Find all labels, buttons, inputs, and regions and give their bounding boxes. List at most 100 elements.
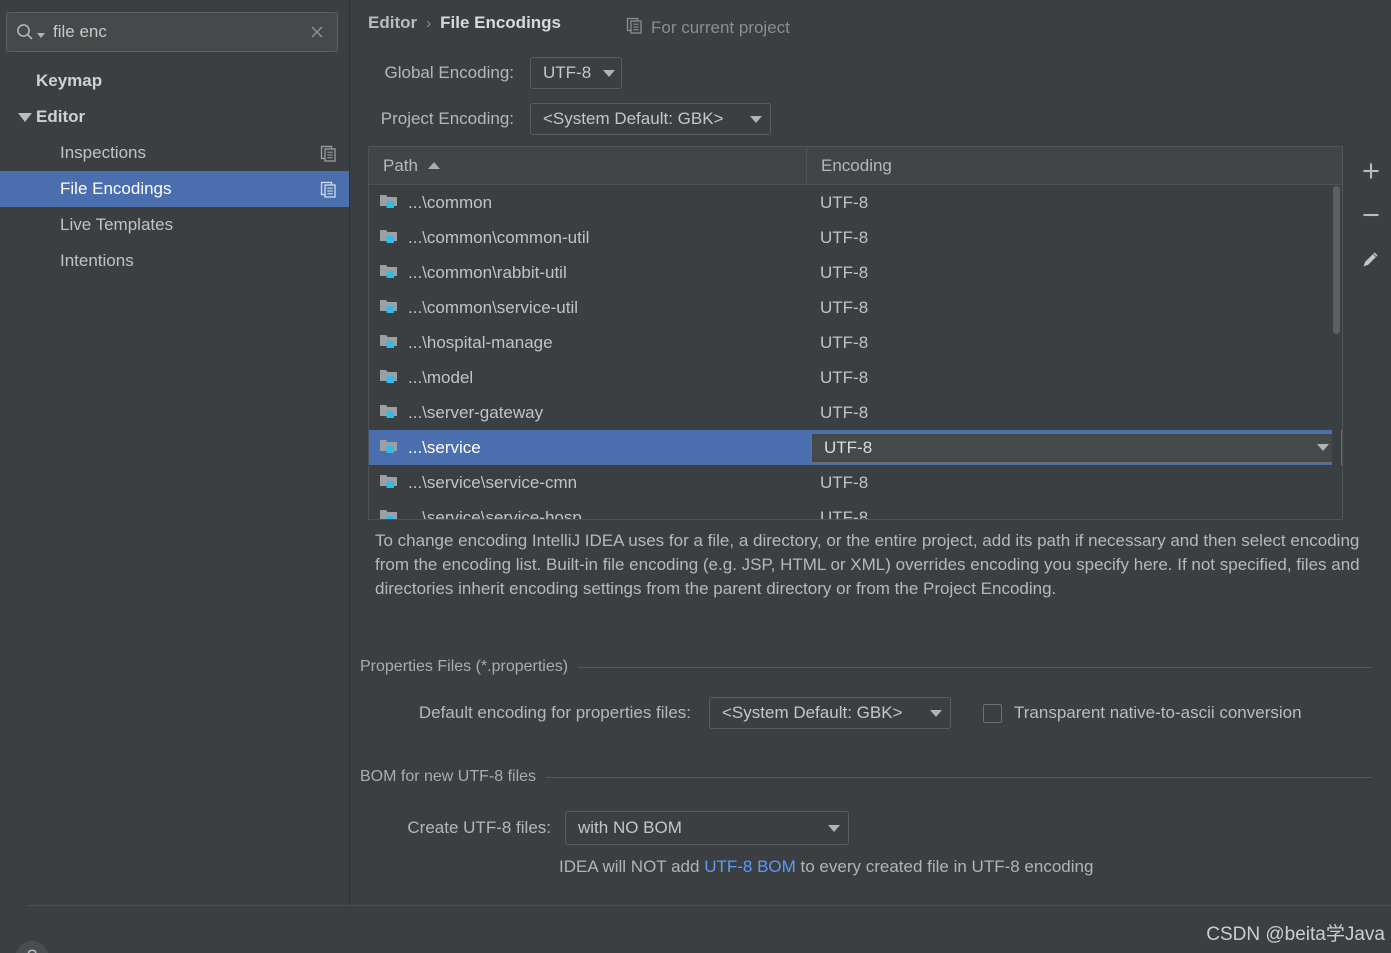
table-row[interactable]: ...\service\service-cmn UTF-8 [369, 465, 1342, 500]
search-icon[interactable] [15, 20, 45, 44]
table-row[interactable]: ...\common UTF-8 [369, 185, 1342, 220]
for-current-project-toggle[interactable]: For current project [626, 17, 790, 39]
close-icon[interactable] [305, 20, 329, 44]
table-body: ...\common UTF-8 ...\common\common-util UTF… [369, 185, 1342, 519]
table-cell-path-label: ...\common [408, 192, 493, 212]
divider [546, 776, 1372, 778]
table-cell-path-label: ...\server-gateway [408, 402, 544, 422]
sidebar-item-file-encodings[interactable]: File Encodings [0, 171, 349, 207]
sidebar-item-label: Editor [36, 107, 86, 126]
divider [578, 666, 1372, 668]
breadcrumb-separator: › [426, 14, 432, 32]
table-cell-path: ...\hospital-manage [379, 332, 807, 354]
dialog-footer: ? OK Cancel Apply [0, 905, 1391, 953]
encoding-editor-select[interactable]: UTF-8 [811, 432, 1340, 463]
folder-icon [379, 472, 398, 494]
chevron-down-icon [828, 824, 840, 832]
sidebar-item-keymap[interactable]: Keymap [0, 63, 349, 99]
folder-icon [379, 262, 398, 284]
sidebar-item-live-templates[interactable]: Live Templates [0, 207, 349, 243]
copy-icon[interactable] [320, 145, 337, 162]
table-row[interactable]: ...\service UTF-8 [369, 430, 1342, 465]
column-header-encoding[interactable]: Encoding [807, 147, 1342, 184]
table-cell-encoding: UTF-8 [820, 192, 869, 212]
breadcrumb-parent[interactable]: Editor [368, 13, 417, 33]
table-row[interactable]: ...\model UTF-8 [369, 360, 1342, 395]
settings-tree: Keymap Editor Inspections File Encodings… [0, 63, 349, 279]
project-encoding-value: <System Default: GBK> [543, 109, 724, 128]
column-header-label: Encoding [821, 155, 892, 175]
table-cell-path-label: ...\hospital-manage [408, 332, 553, 352]
sidebar-item-intentions[interactable]: Intentions [0, 243, 349, 279]
sidebar-item-label: Keymap [36, 71, 103, 90]
checkbox-label: Transparent native-to-ascii conversion [1014, 703, 1302, 722]
chevron-down-icon [1317, 444, 1329, 451]
checkbox-box[interactable] [983, 703, 1002, 723]
sort-ascending-icon [427, 162, 440, 169]
table-scrollbar-thumb[interactable] [1333, 186, 1340, 334]
default-properties-encoding-value: <System Default: GBK> [722, 703, 903, 722]
transparent-native-to-ascii-checkbox[interactable]: Transparent native-to-ascii conversion [983, 703, 1302, 723]
remove-entry-button[interactable] [1354, 198, 1388, 232]
sidebar-item-editor[interactable]: Editor [0, 99, 349, 135]
table-row[interactable]: ...\hospital-manage UTF-8 [369, 325, 1342, 360]
folder-icon [379, 192, 398, 214]
sidebar-item-inspections[interactable]: Inspections [0, 135, 349, 171]
bom-hint: IDEA will NOT add UTF-8 BOM to every cre… [559, 857, 1093, 877]
search-scope-caret[interactable] [37, 32, 45, 38]
create-utf8-files-label: Create UTF-8 files: [407, 818, 551, 837]
table-row[interactable]: ...\common\rabbit-util UTF-8 [369, 255, 1342, 290]
settings-content-pane: Editor › File Encodings For current proj… [351, 0, 1391, 905]
table-cell-path-label: ...\service [408, 437, 481, 457]
table-header: Path Encoding [369, 147, 1342, 185]
global-encoding-row: Global Encoding: UTF-8 [368, 57, 798, 89]
edit-entry-button[interactable] [1354, 242, 1388, 276]
column-header-path[interactable]: Path [369, 147, 807, 184]
table-cell-path: ...\model [379, 367, 807, 389]
encodings-table: Path Encoding ...\common UTF-8 ...\common\… [368, 146, 1343, 520]
folder-icon [379, 437, 398, 459]
help-button[interactable]: ? [15, 941, 49, 953]
table-cell-encoding: UTF-8 [820, 367, 869, 387]
table-row[interactable]: ...\common\service-util UTF-8 [369, 290, 1342, 325]
table-cell-path-label: ...\service\service-hosp [408, 507, 582, 520]
bom-hint-suffix: to every created file in UTF-8 encoding [795, 857, 1094, 876]
table-cell-path-label: ...\model [408, 367, 474, 387]
chevron-down-icon [603, 69, 616, 77]
folder-icon [379, 297, 398, 319]
table-row[interactable]: ...\common\common-util UTF-8 [369, 220, 1342, 255]
table-toolbar [1351, 146, 1391, 520]
table-cell-path-label: ...\service\service-cmn [408, 472, 578, 492]
table-scrollbar[interactable] [1332, 186, 1341, 519]
copy-icon[interactable] [320, 181, 337, 198]
folder-icon [379, 507, 398, 519]
create-utf8-files-select[interactable]: with NO BOM [565, 811, 849, 845]
add-entry-button[interactable] [1354, 154, 1388, 188]
watermark: CSDN @beita学Java [1206, 924, 1385, 945]
sidebar-item-label: File Encodings [60, 179, 172, 198]
table-cell-encoding: UTF-8 [820, 472, 869, 492]
table-cell-path: ...\common [379, 192, 807, 214]
search-field[interactable] [6, 12, 338, 52]
page-title: File Encodings [440, 13, 562, 32]
bom-group-header: BOM for new UTF-8 files [360, 768, 1372, 786]
table-row[interactable]: ...\service\service-hosp UTF-8 [369, 500, 1342, 520]
default-properties-encoding-select[interactable]: <System Default: GBK> [709, 697, 951, 729]
encodings-description: To change encoding IntelliJ IDEA uses fo… [375, 531, 1360, 598]
column-header-label: Path [383, 155, 418, 175]
search-input[interactable] [45, 22, 305, 42]
create-utf8-files-value: with NO BOM [578, 818, 682, 837]
table-cell-path: ...\common\common-util [379, 227, 807, 249]
table-cell-path: ...\service\service-cmn [379, 472, 807, 494]
chevron-down-icon[interactable] [14, 112, 36, 122]
table-cell-path: ...\common\service-util [379, 297, 807, 319]
project-encoding-select[interactable]: <System Default: GBK> [530, 103, 771, 135]
default-properties-encoding-row: Default encoding for properties files: <… [391, 697, 1302, 729]
utf8-bom-link[interactable]: UTF-8 BOM [704, 857, 796, 876]
global-encoding-select[interactable]: UTF-8 [530, 57, 622, 89]
table-row[interactable]: ...\server-gateway UTF-8 [369, 395, 1342, 430]
create-utf8-files-row: Create UTF-8 files: with NO BOM [391, 811, 849, 845]
table-cell-encoding: UTF-8 [820, 332, 869, 352]
breadcrumb: Editor › File Encodings [368, 13, 561, 33]
encoding-editor-value: UTF-8 [824, 437, 873, 457]
